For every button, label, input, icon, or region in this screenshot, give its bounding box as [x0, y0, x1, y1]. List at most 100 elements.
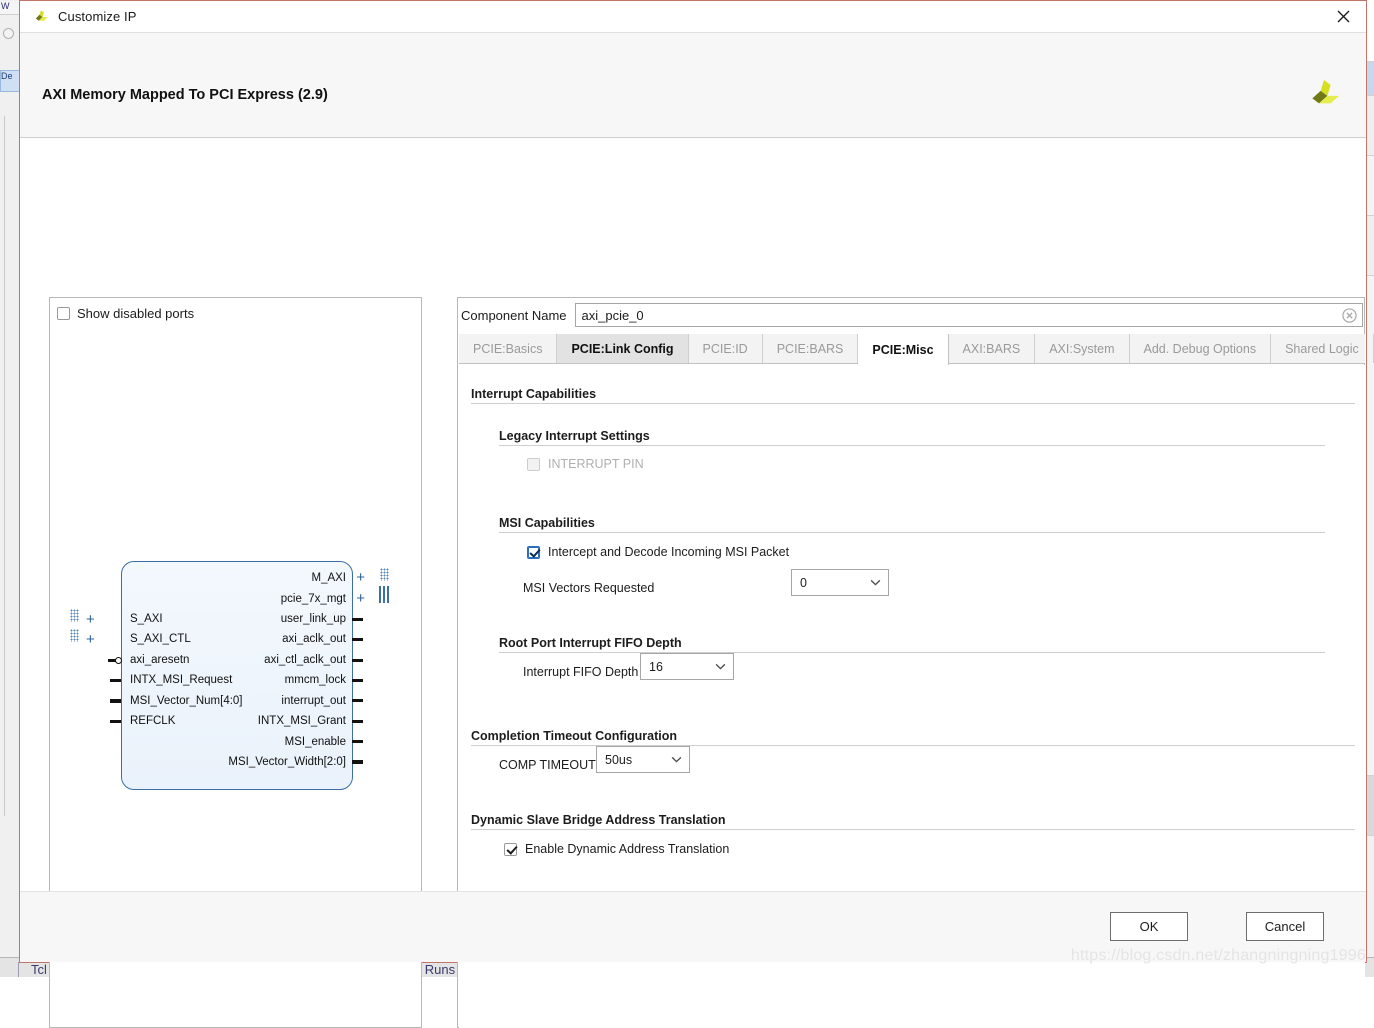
port-pin-msi-vector-width — [352, 760, 363, 764]
tab-pcie-id[interactable]: PCIE:ID — [689, 334, 763, 363]
tab-pcie-misc[interactable]: PCIE:Misc — [858, 334, 948, 365]
port-inversion-bubble-icon — [115, 657, 122, 664]
dialog-header: AXI Memory Mapped To PCI Express (2.9) D… — [20, 32, 1366, 138]
port-marker-m-axi-bus — [380, 568, 389, 581]
section-title-dynamic-address-translation: Dynamic Slave Bridge Address Translation — [471, 813, 734, 827]
enable-dynamic-address-translation-box[interactable] — [504, 843, 517, 856]
port-label-axi-aresetn: axi_aresetn — [130, 655, 189, 666]
tab-pcie-bars[interactable]: PCIE:BARS — [763, 334, 859, 363]
port-pin-user-link-up — [352, 618, 363, 621]
section-rule-root-port-fifo-depth — [499, 652, 1325, 653]
tab-add-debug-options[interactable]: Add. Debug Options — [1130, 334, 1272, 363]
port-expand-s-axi-ctl-icon[interactable]: + — [86, 634, 95, 645]
port-expand-m-axi-icon[interactable]: + — [356, 572, 365, 583]
show-disabled-ports-box[interactable] — [57, 307, 70, 320]
port-label-s-axi-ctl: S_AXI_CTL — [130, 634, 191, 645]
intercept-msi-packet-checkbox[interactable]: Intercept and Decode Incoming MSI Packet — [527, 545, 789, 559]
ip-block-diagram: + S_AXI + S_AXI_CTL axi_aresetn INTX_MSI… — [64, 556, 409, 801]
port-label-m-axi: M_AXI — [311, 573, 346, 584]
tab-pcie-basics[interactable]: PCIE:Basics — [459, 334, 557, 363]
msi-vectors-requested-value: 0 — [800, 576, 807, 590]
port-expand-s-axi-icon[interactable]: + — [86, 614, 95, 625]
configuration-tabstrip: PCIE:Basics PCIE:Link Config PCIE:ID PCI… — [459, 334, 1365, 364]
port-pin-msi-vector-num — [110, 699, 121, 703]
dialog-title: Customize IP — [58, 9, 137, 24]
port-label-intx-msi-grant: INTX_MSI_Grant — [258, 716, 346, 727]
interrupt-fifo-depth-label: Interrupt FIFO Depth — [523, 665, 638, 679]
customize-ip-dialog: Customize IP AXI Memory Mapped To PCI Ex… — [19, 0, 1367, 963]
port-label-axi-aclk-out: axi_aclk_out — [282, 634, 346, 645]
port-pin-axi-aclk-out — [352, 638, 363, 641]
port-pin-refclk — [110, 720, 121, 723]
section-title-completion-timeout: Completion Timeout Configuration — [471, 729, 685, 743]
intercept-msi-packet-box[interactable] — [527, 546, 540, 559]
section-title-interrupt-capabilities: Interrupt Capabilities — [471, 387, 604, 401]
port-label-refclk: REFCLK — [130, 716, 175, 727]
dialog-body: Show disabled ports + S_AXI + S_AXI_CTL … — [20, 138, 1366, 962]
port-pin-mmcm-lock — [352, 679, 363, 682]
ip-title: AXI Memory Mapped To PCI Express (2.9) — [42, 87, 328, 103]
component-name-input[interactable] — [576, 304, 1363, 326]
port-marker-s-axi-ctl-bus — [70, 629, 79, 642]
section-rule-interrupt-capabilities — [471, 403, 1355, 404]
cancel-button[interactable]: Cancel — [1246, 912, 1324, 941]
port-label-msi-vector-width: MSI_Vector_Width[2:0] — [228, 757, 346, 768]
section-rule-dynamic-address-translation — [471, 829, 1355, 830]
tab-axi-system[interactable]: AXI:System — [1035, 334, 1129, 363]
chevron-down-icon — [671, 756, 682, 763]
port-pin-axi-ctl-aclk-out — [352, 659, 363, 662]
interrupt-pin-box — [527, 458, 540, 471]
msi-vectors-requested-label: MSI Vectors Requested — [523, 581, 654, 595]
clear-circle-icon[interactable] — [1342, 308, 1357, 323]
interrupt-fifo-depth-value: 16 — [649, 660, 663, 674]
port-label-axi-ctl-aclk-out: axi_ctl_aclk_out — [264, 655, 346, 666]
port-marker-s-axi-bus — [70, 609, 79, 622]
section-title-root-port-fifo-depth: Root Port Interrupt FIFO Depth — [499, 636, 690, 650]
port-label-msi-vector-num: MSI_Vector_Num[4:0] — [130, 696, 243, 707]
tab-axi-bars[interactable]: AXI:BARS — [949, 334, 1036, 363]
port-label-user-link-up: user_link_up — [281, 614, 346, 625]
chevron-down-icon — [870, 579, 881, 586]
port-pin-intx-msi-grant — [352, 720, 363, 723]
section-title-legacy-interrupt-settings: Legacy Interrupt Settings — [499, 429, 658, 443]
port-pin-msi-enable — [352, 740, 363, 743]
enable-dynamic-address-translation-checkbox[interactable]: Enable Dynamic Address Translation — [504, 842, 729, 856]
comp-timeout-value: 50us — [605, 753, 632, 767]
section-title-msi-capabilities: MSI Capabilities — [499, 516, 603, 530]
port-label-msi-enable: MSI_enable — [285, 737, 346, 748]
intercept-msi-packet-label: Intercept and Decode Incoming MSI Packet — [548, 545, 789, 559]
component-name-label: Component Name — [461, 308, 567, 323]
section-rule-legacy-interrupt-settings — [499, 445, 1325, 446]
interrupt-pin-label: INTERRUPT PIN — [548, 457, 644, 471]
component-name-field-wrap[interactable] — [575, 303, 1364, 327]
xilinx-brand-logo-icon — [1304, 75, 1344, 115]
port-label-s-axi: S_AXI — [130, 614, 163, 625]
port-pin-intx-msi-request — [110, 679, 121, 682]
enable-dynamic-address-translation-label: Enable Dynamic Address Translation — [525, 842, 729, 856]
port-label-interrupt-out: interrupt_out — [281, 696, 346, 707]
msi-vectors-requested-dropdown[interactable]: 0 — [791, 569, 889, 596]
port-marker-pcie-7x-mgt-bus — [379, 586, 390, 603]
chevron-down-icon — [715, 663, 726, 670]
component-name-row: Component Name — [461, 303, 1363, 327]
interrupt-fifo-depth-dropdown[interactable]: 16 — [640, 653, 734, 680]
port-pin-interrupt-out — [352, 699, 363, 702]
port-label-mmcm-lock: mmcm_lock — [285, 675, 346, 686]
dialog-footer: OK Cancel — [20, 891, 1366, 962]
dialog-titlebar: Customize IP — [20, 1, 1366, 32]
comp-timeout-label: COMP TIMEOUT — [499, 758, 596, 772]
background-left-circle-icon — [3, 28, 14, 39]
xilinx-logo-icon — [32, 8, 50, 26]
comp-timeout-dropdown[interactable]: 50us — [596, 746, 690, 773]
close-icon[interactable] — [1320, 1, 1366, 32]
section-rule-msi-capabilities — [499, 532, 1325, 533]
show-disabled-ports-checkbox[interactable]: Show disabled ports — [53, 306, 194, 321]
show-disabled-ports-label: Show disabled ports — [77, 306, 194, 321]
port-expand-pcie-7x-mgt-icon[interactable]: + — [356, 593, 365, 604]
ok-button[interactable]: OK — [1110, 912, 1188, 941]
tab-pcie-link-config[interactable]: PCIE:Link Config — [557, 334, 688, 363]
port-label-intx-msi-request: INTX_MSI_Request — [130, 675, 232, 686]
port-label-pcie-7x-mgt: pcie_7x_mgt — [281, 594, 346, 605]
tab-shared-logic[interactable]: Shared Logic — [1271, 334, 1374, 363]
interrupt-pin-checkbox: INTERRUPT PIN — [527, 457, 644, 471]
